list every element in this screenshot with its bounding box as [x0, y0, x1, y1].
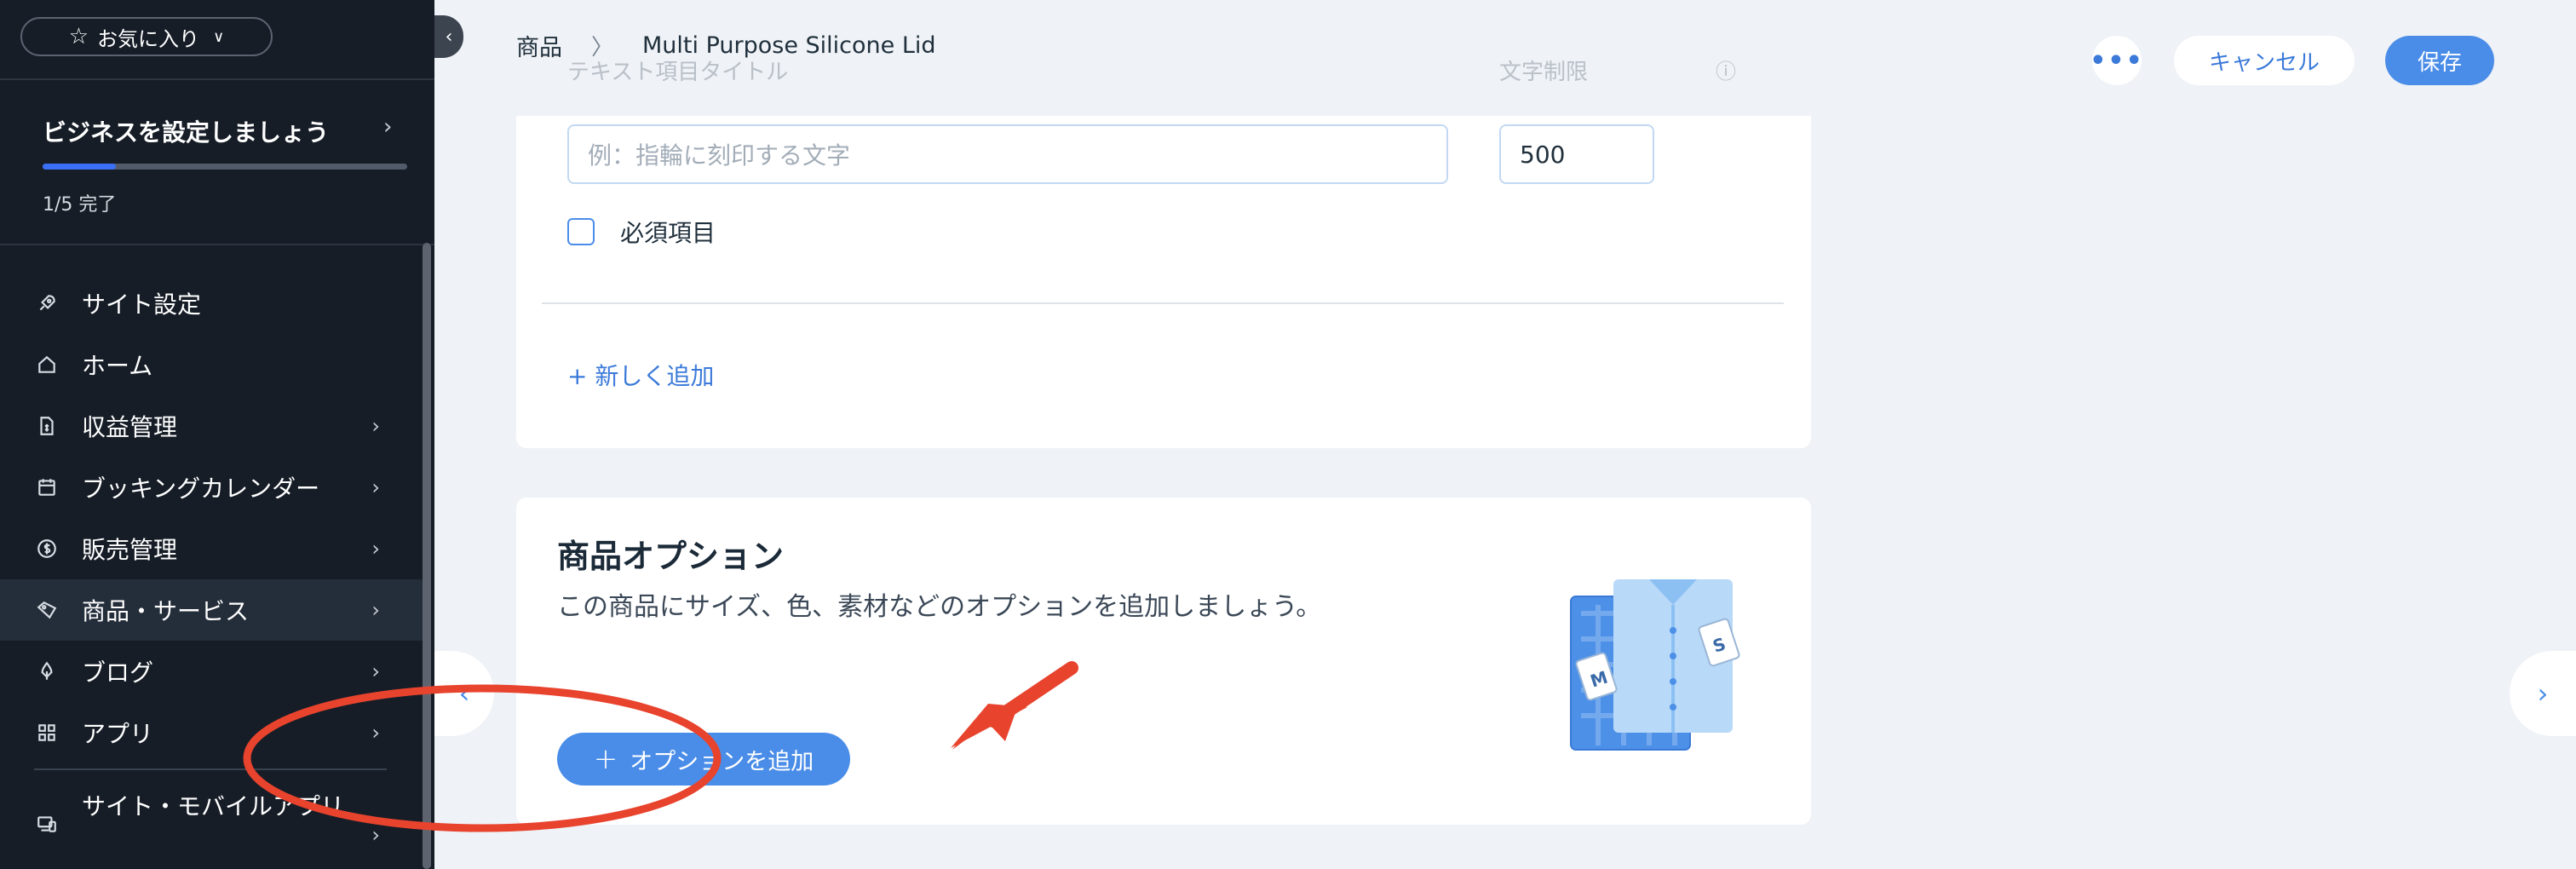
previous-product-button[interactable]: ‹	[434, 651, 494, 736]
sidebar-item-booking-calendar[interactable]: ブッキングカレンダー ›	[0, 457, 423, 518]
sidebar-item-label: アプリ	[82, 720, 154, 748]
pen-icon	[34, 659, 60, 684]
calendar-icon	[34, 475, 60, 500]
sidebar-item-label: ホーム	[82, 352, 153, 380]
sidebar: ☆ お気に入り ∨ ビジネスを設定しましょう › 1/5 完了 サイト設定 ホー…	[0, 0, 434, 869]
dollar-icon	[34, 536, 60, 561]
chevron-right-icon: ›	[2537, 677, 2549, 710]
info-icon: ⓘ	[1716, 60, 1736, 83]
sidebar-item-blog[interactable]: ブログ ›	[0, 641, 423, 702]
chevron-right-icon: ›	[371, 537, 380, 561]
revenue-icon	[34, 413, 60, 439]
chevron-right-icon: ›	[371, 823, 380, 847]
chevron-left-icon: ‹	[458, 677, 470, 710]
favorites-button[interactable]: ☆ お気に入り ∨	[20, 17, 273, 56]
sidebar-divider	[0, 78, 434, 80]
required-label: 必須項目	[620, 219, 716, 247]
required-checkbox[interactable]	[567, 218, 595, 245]
sidebar-item-label: 収益管理	[82, 413, 178, 441]
char-limit-label: 文字制限	[1499, 60, 1589, 85]
sidebar-item-sales[interactable]: 販売管理 ›	[0, 518, 423, 579]
sidebar-item-label: ブログ	[82, 659, 154, 687]
sidebar-divider	[34, 768, 387, 770]
sidebar-item-apps[interactable]: アプリ ›	[0, 702, 423, 763]
setup-progress-text: 1/5 完了	[43, 194, 117, 216]
more-icon: •••	[2090, 45, 2144, 76]
sidebar-item-revenue[interactable]: 収益管理 ›	[0, 395, 423, 457]
apps-icon	[34, 720, 60, 745]
sidebar-item-home[interactable]: ホーム	[0, 334, 423, 395]
devices-icon	[34, 811, 60, 837]
more-actions-button[interactable]: •••	[2090, 36, 2144, 85]
card-divider	[542, 302, 1784, 304]
home-icon	[34, 352, 60, 377]
add-new-link[interactable]: + 新しく追加	[567, 358, 714, 392]
product-options-description: この商品にサイズ、色、素材などのオプションを追加しましょう。	[557, 592, 1322, 622]
save-button[interactable]: 保存	[2385, 36, 2494, 85]
rocket-icon	[34, 291, 60, 316]
setup-progress-fill	[43, 164, 116, 170]
chevron-left-icon: ‹	[445, 26, 453, 48]
chevron-right-icon: ›	[371, 659, 380, 683]
custom-text-title-input[interactable]: 例：指輪に刻印する文字	[567, 124, 1448, 184]
sidebar-nav: サイト設定 ホーム 収益管理 › ブッキングカレンダー › 販売管理 › 商品・…	[0, 273, 423, 763]
breadcrumb-root[interactable]: 商品	[516, 29, 562, 62]
field-title-label: テキスト項目タイトル	[567, 60, 789, 85]
next-product-button[interactable]: ›	[2510, 651, 2576, 736]
tag-icon	[34, 597, 60, 623]
chevron-right-icon: ›	[371, 475, 380, 499]
favorites-label: お気に入り	[97, 26, 200, 51]
chevron-right-icon: ›	[371, 414, 380, 438]
chevron-down-icon: ∨	[213, 27, 225, 46]
add-option-button[interactable]: + オプションを追加	[557, 733, 850, 786]
chevron-right-icon: ›	[371, 598, 380, 622]
sidebar-divider	[0, 244, 434, 245]
chevron-right-icon: ›	[371, 721, 380, 745]
sidebar-item-label: 販売管理	[82, 536, 178, 564]
sidebar-item-site-mobile-app[interactable]: サイト・モバイルアプリ ›	[0, 792, 423, 869]
setup-progress-bar	[43, 164, 407, 170]
sidebar-item-products[interactable]: 商品・サービス ›	[0, 579, 423, 641]
sidebar-item-label: ブッキングカレンダー	[82, 475, 320, 503]
star-icon: ☆	[68, 24, 89, 49]
sidebar-scrollbar[interactable]	[423, 243, 431, 869]
sidebar-item-label: 商品・サービス	[82, 597, 250, 625]
setup-title[interactable]: ビジネスを設定しましょう	[43, 114, 329, 148]
shirts-illustration: M S	[1570, 579, 1740, 751]
cancel-button[interactable]: キャンセル	[2174, 36, 2355, 85]
sidebar-item-label: サイト設定	[82, 291, 202, 319]
chevron-right-icon[interactable]: ›	[383, 114, 392, 140]
add-option-label: オプションを追加	[630, 748, 814, 775]
char-limit-input[interactable]: 500	[1499, 124, 1654, 184]
plus-icon: +	[593, 742, 618, 776]
product-options-title: 商品オプション	[557, 538, 785, 575]
sidebar-item-site-settings[interactable]: サイト設定	[0, 273, 423, 334]
sidebar-item-label: サイト・モバイルアプリ	[82, 792, 345, 820]
collapse-sidebar-button[interactable]: ‹	[434, 15, 463, 58]
